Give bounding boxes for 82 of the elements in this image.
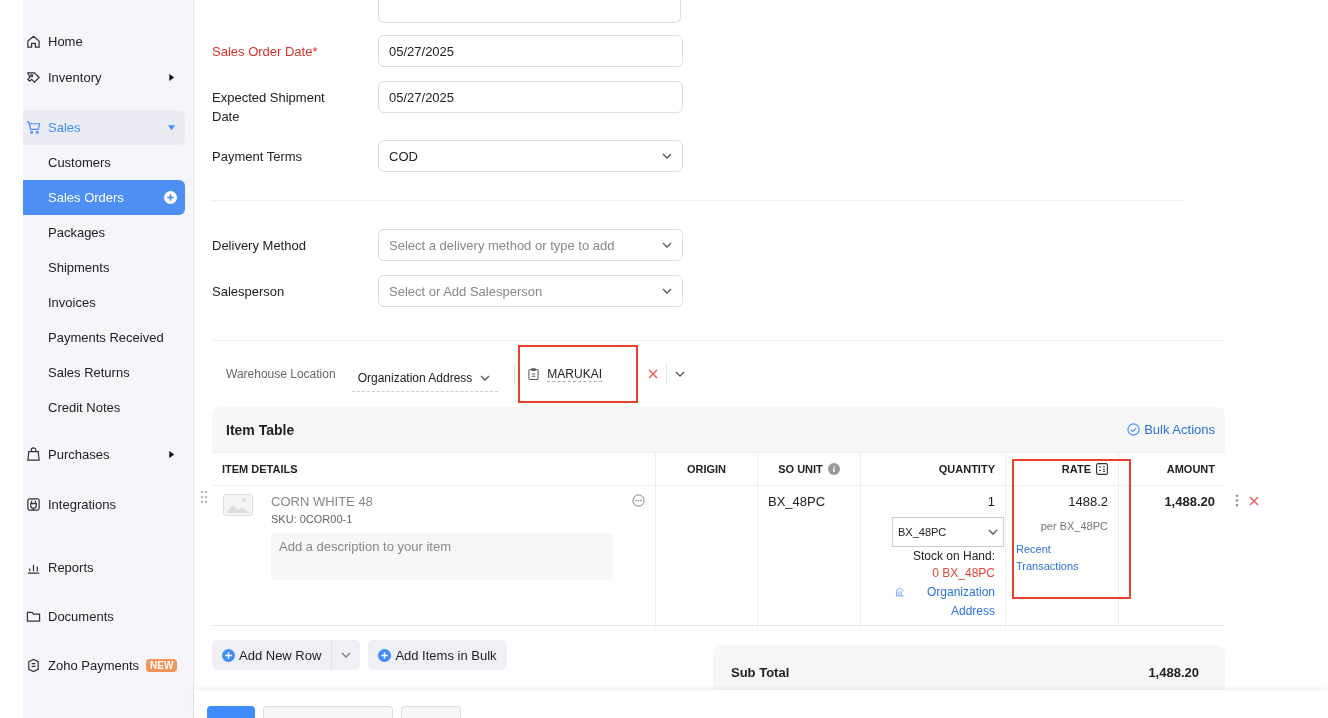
field-label: Delivery Method: [212, 237, 307, 255]
add-new-row-button[interactable]: Add New Row: [212, 640, 333, 670]
chevron-down-icon: [662, 153, 672, 159]
chevron-down-icon[interactable]: [675, 371, 686, 377]
nav-item[interactable]: Home: [23, 26, 185, 56]
recent-transactions-link[interactable]: Recent Transactions: [1016, 541, 1086, 575]
calculator-icon[interactable]: [1096, 463, 1108, 475]
chevron-down-icon: [988, 529, 998, 535]
input-field[interactable]: Select a delivery method or type to add: [378, 229, 683, 261]
nav-subitem[interactable]: Credit Notes: [23, 390, 185, 425]
field-label: Payment Terms: [212, 148, 304, 166]
field-label: Expected Shipment Date: [212, 89, 326, 126]
warehouse-select[interactable]: Organization Address: [351, 364, 499, 392]
caret-down-icon: [168, 124, 175, 131]
building-icon: [895, 586, 905, 598]
nav-item[interactable]: Zoho Payments NEW: [23, 650, 185, 680]
stock-label: Stock on Hand:: [912, 549, 995, 563]
input-field[interactable]: 05/27/2025: [378, 35, 683, 67]
chevron-down-icon: [480, 374, 491, 381]
warehouse-label: Warehouse Location: [226, 367, 336, 381]
kebab-menu-icon[interactable]: [1235, 494, 1239, 507]
nav-subitem[interactable]: Payments Received: [23, 320, 185, 355]
plug-icon: [26, 496, 41, 512]
field-label: Sales Order Date*: [212, 43, 319, 61]
subtotal-value: 1,488.20: [1148, 665, 1199, 682]
nav-item[interactable]: Documents: [23, 601, 185, 631]
tag-icon: [26, 69, 41, 85]
rate-field[interactable]: 1488.2: [1068, 494, 1108, 509]
bulk-actions-link[interactable]: Bulk Actions: [1127, 422, 1215, 437]
nav-subitem[interactable]: Customers: [23, 145, 185, 180]
add-icon[interactable]: [164, 191, 177, 204]
dropdown-button[interactable]: [332, 640, 361, 670]
input-field[interactable]: COD: [378, 140, 683, 172]
clipboard-icon: [528, 367, 540, 381]
nav-item[interactable]: Purchases: [23, 439, 185, 469]
item-name[interactable]: CORN WHITE 48: [271, 494, 614, 509]
column-header: RATE: [1061, 463, 1091, 475]
cart-icon: [26, 120, 41, 135]
image-placeholder-icon: [223, 494, 253, 516]
table-title: Item Table: [226, 421, 295, 438]
subtotal-label: Sub Total: [731, 665, 790, 682]
nav-subitem[interactable]: Shipments: [23, 250, 185, 285]
unit-select[interactable]: BX_48PC: [892, 517, 1004, 547]
column-header: SO UNIT: [778, 463, 823, 475]
column-header: ORIGIN: [686, 463, 727, 475]
rate-unit: per BX_48PC: [1040, 520, 1108, 532]
delete-row-icon[interactable]: [1249, 495, 1259, 506]
customer-name[interactable]: MARUKAI: [547, 366, 603, 382]
column-header: AMOUNT: [1166, 463, 1215, 475]
close-icon[interactable]: [648, 369, 659, 379]
location-link[interactable]: Organization Address: [906, 583, 995, 621]
chevron-down-icon: [662, 242, 672, 248]
stock-value: 0 BX_48PC: [932, 566, 995, 580]
quantity-field[interactable]: 1: [987, 494, 995, 509]
input-field[interactable]: [378, 0, 681, 23]
nav-subitem[interactable]: Sales Returns: [23, 355, 185, 390]
more-options-icon[interactable]: [632, 494, 645, 507]
field-label: Salesperson: [212, 283, 286, 301]
new-badge: NEW: [146, 658, 178, 672]
table-cell-text: BX_48PC: [768, 494, 827, 509]
caret-right-icon: [168, 73, 175, 81]
nav-item[interactable]: Reports: [23, 552, 185, 582]
add-icon: [222, 648, 235, 662]
column-header: QUANTITY: [938, 463, 995, 475]
add-icon: [378, 648, 392, 662]
chevron-down-icon: [341, 652, 352, 658]
nav-item[interactable]: Inventory: [23, 62, 185, 92]
chevron-down-icon: [662, 288, 672, 294]
bag-icon: [26, 446, 41, 462]
amount-value: 1,488.20: [1164, 494, 1215, 509]
nav-item[interactable]: Integrations: [23, 489, 185, 519]
home-icon: [26, 33, 41, 49]
caret-right-icon: [168, 450, 175, 458]
input-field[interactable]: Select or Add Salesperson: [378, 275, 683, 307]
column-header: ITEM DETAILS: [222, 463, 298, 475]
nav-subitem[interactable]: Invoices: [23, 285, 185, 320]
drag-handle-icon[interactable]: [200, 490, 208, 504]
add-items-in-bulk-button[interactable]: Add Items in Bulk: [368, 640, 507, 670]
item-sku: SKU: 0COR00-1: [271, 513, 354, 525]
nav-subitem[interactable]: Packages: [23, 215, 185, 250]
check-circle-icon: [1127, 423, 1141, 436]
input-field[interactable]: 05/27/2025: [378, 81, 683, 113]
